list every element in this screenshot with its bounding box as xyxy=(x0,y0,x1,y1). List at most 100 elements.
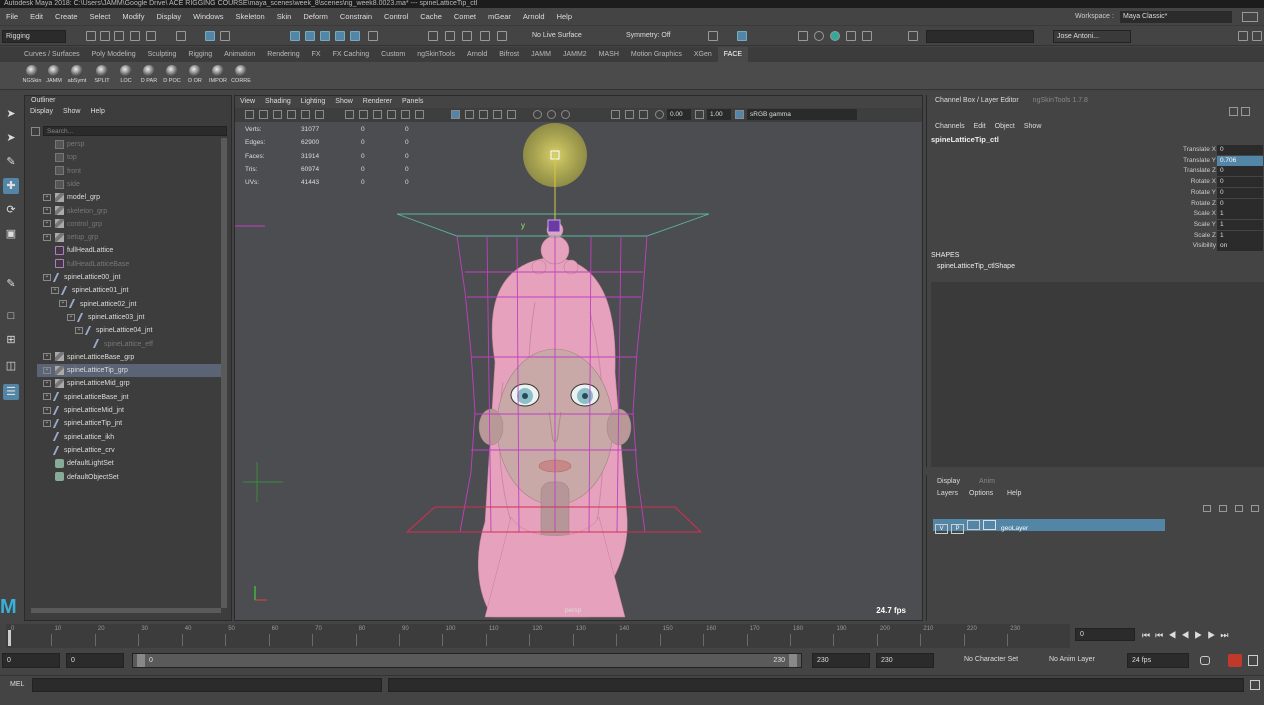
shelf-tab-fx[interactable]: FX xyxy=(306,47,327,62)
shelf-button-corre[interactable]: CORRE xyxy=(231,64,251,88)
layer-menu-help[interactable]: Help xyxy=(1007,490,1021,497)
shelf-tab-rendering[interactable]: Rendering xyxy=(261,47,305,62)
outliner-item[interactable]: persp xyxy=(37,138,223,151)
outliner-hscrollbar[interactable] xyxy=(31,608,221,613)
move-tool-icon[interactable]: ✚ xyxy=(3,178,19,194)
shelf-button-absymt[interactable]: abSymt xyxy=(67,64,87,88)
tab-ngskintools[interactable]: ngSkinTools 1.7.8 xyxy=(1033,97,1088,104)
outliner-item[interactable]: defaultLightSet xyxy=(37,457,223,470)
channel-name[interactable]: Rotate Z xyxy=(1191,199,1216,209)
shelf-tab-fx-caching[interactable]: FX Caching xyxy=(327,47,376,62)
shelf-tab-motion-graphics[interactable]: Motion Graphics xyxy=(625,47,688,62)
outliner-layout-icon[interactable]: ☰ xyxy=(3,384,19,400)
layer-tab-display[interactable]: Display xyxy=(937,478,960,485)
channel-row[interactable]: Translate X0 xyxy=(1137,145,1263,155)
shelf-tab-jamm[interactable]: JAMM xyxy=(525,47,557,62)
lock-icon[interactable] xyxy=(368,31,378,41)
grid-icon[interactable] xyxy=(301,110,310,119)
channel-value[interactable]: on xyxy=(1217,241,1263,252)
xray-joints-icon[interactable] xyxy=(465,110,474,119)
outliner-menu-help[interactable]: Help xyxy=(85,106,109,117)
shelf-button-dor[interactable]: D OR xyxy=(185,64,205,88)
shelf-tab-arnold[interactable]: Arnold xyxy=(461,47,493,62)
fps-select[interactable]: 24 fps xyxy=(1127,653,1189,668)
start-frame-field[interactable]: 0 xyxy=(2,653,60,668)
channel-menu-show[interactable]: Show xyxy=(1024,123,1042,130)
step-back-frame-icon[interactable]: ◀ xyxy=(1168,630,1181,640)
menu-help[interactable]: Help xyxy=(551,8,578,26)
go-to-start-icon[interactable]: ⏮ xyxy=(1142,630,1155,640)
shelf-tab-curves[interactable]: Curves / Surfaces xyxy=(18,47,86,62)
channel-value[interactable]: 1 xyxy=(1217,230,1263,241)
gamma-icon[interactable] xyxy=(695,110,704,119)
menu-display[interactable]: Display xyxy=(151,8,188,26)
viewport-menu-shading[interactable]: Shading xyxy=(260,96,296,108)
select-objects-icon[interactable] xyxy=(205,31,215,41)
menu-mgear[interactable]: mGear xyxy=(482,8,517,26)
channel-value[interactable]: 0 xyxy=(1217,145,1263,155)
outliner-item[interactable]: fullHeadLatticeBase xyxy=(37,258,223,271)
scale-tool-icon[interactable]: ▣ xyxy=(3,226,19,242)
shelf-button-dpar[interactable]: D PAR xyxy=(139,64,159,88)
dof-icon[interactable] xyxy=(507,110,516,119)
channel-box-settings-icon[interactable] xyxy=(1241,107,1250,116)
live-surface-label[interactable]: No Live Surface xyxy=(532,32,582,39)
layer-menu-options[interactable]: Options xyxy=(969,490,993,497)
shelf-tab-ngskintools[interactable]: ngSkinTools xyxy=(411,47,461,62)
expand-icon[interactable]: + xyxy=(67,313,75,321)
channel-value[interactable]: 1 xyxy=(1217,209,1263,220)
move-layer-down-icon[interactable] xyxy=(1219,505,1227,512)
auto-key-icon[interactable] xyxy=(1228,654,1242,667)
character-set-select[interactable]: No Character Set xyxy=(960,653,1036,668)
channel-row[interactable]: Rotate X0 xyxy=(1137,177,1263,188)
end-frame-field[interactable]: 230 xyxy=(876,653,934,668)
antialias-icon[interactable] xyxy=(493,110,502,119)
viewport-panel[interactable]: View Shading Lighting Show Renderer Panels 0.… xyxy=(234,95,923,621)
step-back-key-icon[interactable]: ⏮ xyxy=(1155,630,1168,640)
textured-icon[interactable] xyxy=(387,110,396,119)
undo-icon[interactable] xyxy=(130,31,140,41)
channel-row[interactable]: Rotate Y0 xyxy=(1137,187,1263,198)
outliner-item[interactable]: + skeleton_grp xyxy=(37,205,223,218)
anim-layer-select[interactable]: No Anim Layer xyxy=(1045,653,1121,668)
expand-icon[interactable]: + xyxy=(43,380,51,388)
image-plane-icon[interactable] xyxy=(287,110,296,119)
hypershade-icon[interactable] xyxy=(798,31,808,41)
select-components-icon[interactable] xyxy=(220,31,230,41)
move-layer-up-icon[interactable] xyxy=(1203,505,1211,512)
lights-icon[interactable] xyxy=(401,110,410,119)
range-end-handle[interactable] xyxy=(789,654,797,667)
xray-icon[interactable] xyxy=(451,110,460,119)
two-layout-icon[interactable]: ◫ xyxy=(3,358,19,374)
time-ruler[interactable]: 0 10 20 30 40 50 60 70 80 90 100 110 120 130 140 150 160… xyxy=(6,624,1070,648)
shelf-button-ngskin[interactable]: NGSkin xyxy=(22,64,42,88)
outliner-menu-show[interactable]: Show xyxy=(58,106,86,117)
viewport-menu-panels[interactable]: Panels xyxy=(397,96,428,108)
shelf-tab-jamm2[interactable]: JAMM2 xyxy=(557,47,593,62)
viewport-menu-view[interactable]: View xyxy=(235,96,260,108)
ao-icon[interactable] xyxy=(479,110,488,119)
expand-icon[interactable]: + xyxy=(43,353,51,361)
command-input[interactable] xyxy=(32,678,382,692)
shelf-button-jamm[interactable]: JAMM xyxy=(44,64,64,88)
menu-cache[interactable]: Cache xyxy=(414,8,448,26)
shelf-tab-animation[interactable]: Animation xyxy=(218,47,261,62)
outliner-item[interactable]: + spineLattice02_jnt xyxy=(37,298,223,311)
layer-row[interactable]: V PgeoLayer xyxy=(933,519,1165,534)
script-editor-icon[interactable] xyxy=(1250,680,1260,690)
snap-surface-icon[interactable] xyxy=(350,31,360,41)
mode-select[interactable]: Rigging xyxy=(2,30,66,43)
outliner-item[interactable]: + spineLattice01_jnt xyxy=(37,284,223,297)
menu-select[interactable]: Select xyxy=(84,8,117,26)
open-scene-icon[interactable] xyxy=(100,31,110,41)
range-start-handle[interactable] xyxy=(137,654,145,667)
shelf-tab-mash[interactable]: MASH xyxy=(593,47,625,62)
expand-icon[interactable]: + xyxy=(51,286,59,294)
outliner-item[interactable]: + spineLatticeTip_jnt xyxy=(37,417,223,430)
outliner-item[interactable]: + spineLattice04_jnt xyxy=(37,324,223,337)
current-time-marker[interactable] xyxy=(8,630,11,646)
input-field[interactable] xyxy=(926,30,1034,43)
menu-skin[interactable]: Skin xyxy=(271,8,298,26)
expand-icon[interactable]: + xyxy=(43,419,51,427)
smooth-shade-icon[interactable] xyxy=(359,110,368,119)
